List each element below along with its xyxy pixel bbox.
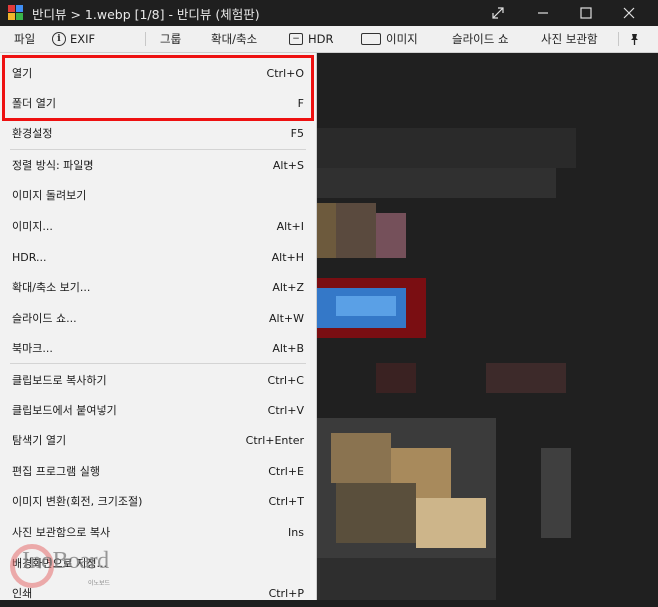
- zoom-button[interactable]: 확대/축소: [211, 26, 257, 52]
- menu-item-sort-order[interactable]: 정렬 방식: 파일명 Alt+S: [0, 151, 314, 179]
- menu-item-label: 클립보드에서 붙여넣기: [12, 404, 117, 417]
- menu-item-shortcut: Ctrl+Enter: [245, 433, 304, 447]
- menu-item-shortcut: Alt+I: [276, 219, 304, 233]
- menu-item-shortcut: Alt+W: [269, 311, 304, 325]
- file-dropdown-menu: 열기 Ctrl+O 폴더 열기 F 환경설정 F5 정렬 방식: 파일명 Alt…: [0, 53, 317, 600]
- slideshow-label: 슬라이드 쇼: [452, 32, 509, 46]
- zoom-label: 확대/축소: [211, 32, 258, 46]
- photo-storage-label: 사진 보관함: [541, 32, 598, 46]
- menu-item-shortcut: Ctrl+T: [268, 494, 304, 508]
- menu-item-label: 이미지...: [12, 220, 53, 233]
- exif-button[interactable]: i EXIF: [52, 26, 95, 52]
- file-menu[interactable]: 파일: [14, 26, 35, 52]
- hdr-button[interactable]: − HDR: [289, 26, 334, 52]
- menu-divider: [10, 149, 306, 150]
- group-label: 그룹: [160, 32, 182, 46]
- menu-item-shortcut: F: [297, 96, 304, 110]
- menu-item-shortcut: Ctrl+E: [268, 464, 304, 478]
- menu-item-slideshow[interactable]: 슬라이드 쇼... Alt+W: [0, 304, 314, 332]
- file-menu-label: 파일: [14, 32, 36, 46]
- menu-item-shortcut: Alt+B: [272, 341, 304, 355]
- menu-item-shortcut: Alt+S: [272, 158, 304, 172]
- app-logo-icon: [8, 5, 24, 21]
- menu-item-shortcut: Alt+H: [271, 250, 304, 264]
- window-title: 반디뷰 > 1.webp [1/8] - 반디뷰 (체험판): [32, 6, 260, 22]
- menu-item-shortcut: F5: [290, 126, 304, 140]
- menu-item-open-explorer[interactable]: 탐색기 열기 Ctrl+Enter: [0, 426, 314, 454]
- menu-item-shortcut: Ctrl+C: [267, 373, 304, 387]
- info-icon: i: [52, 32, 66, 46]
- menu-item-open-folder[interactable]: 폴더 열기 F: [0, 89, 314, 117]
- toolbar-divider: [618, 32, 619, 46]
- pin-icon[interactable]: [628, 26, 641, 52]
- close-icon[interactable]: [614, 0, 644, 26]
- title-bar: 반디뷰 > 1.webp [1/8] - 반디뷰 (체험판): [0, 0, 658, 26]
- image-viewer[interactable]: [316, 53, 658, 600]
- watermark-subtext: 이노보드: [88, 580, 111, 587]
- menu-item-shortcut: Ctrl+O: [266, 66, 304, 80]
- menu-item-label: 사진 보관함으로 복사: [12, 526, 111, 539]
- menu-item-shortcut: Ctrl+V: [267, 403, 304, 417]
- menu-item-label: 클립보드로 복사하기: [12, 374, 107, 387]
- menu-item-label: 폴더 열기: [12, 97, 56, 110]
- watermark: InoBoard 이노보드: [6, 540, 156, 596]
- slideshow-button[interactable]: 슬라이드 쇼: [452, 26, 509, 52]
- image-button[interactable]: 이미지: [361, 26, 418, 52]
- toolbar: 파일 i EXIF 그룹 확대/축소 − HDR 이미지 슬라이드 쇼 사진 보…: [0, 26, 658, 53]
- expand-icon[interactable]: [483, 0, 513, 26]
- menu-item-run-editor[interactable]: 편집 프로그램 실행 Ctrl+E: [0, 457, 314, 485]
- menu-item-label: 슬라이드 쇼...: [12, 312, 77, 325]
- menu-item-label: 편집 프로그램 실행: [12, 465, 100, 478]
- menu-item-hdr[interactable]: HDR... Alt+H: [0, 243, 314, 271]
- menu-item-copy-clipboard[interactable]: 클립보드로 복사하기 Ctrl+C: [0, 366, 314, 394]
- image-icon: [361, 33, 381, 45]
- menu-item-shortcut: Ins: [288, 525, 304, 539]
- group-button[interactable]: 그룹: [160, 26, 181, 52]
- menu-item-open[interactable]: 열기 Ctrl+O: [0, 59, 314, 87]
- menu-item-bookmark[interactable]: 북마크... Alt+B: [0, 334, 314, 362]
- menu-item-label: 환경설정: [12, 127, 53, 140]
- minimize-icon[interactable]: [528, 0, 558, 26]
- photo-storage-button[interactable]: 사진 보관함: [541, 26, 598, 52]
- watermark-text: InoBoard: [22, 548, 109, 574]
- exif-label: EXIF: [70, 32, 96, 46]
- menu-item-settings[interactable]: 환경설정 F5: [0, 119, 314, 147]
- menu-item-shortcut: Ctrl+P: [268, 586, 304, 600]
- menu-divider: [10, 363, 306, 364]
- menu-item-label: 열기: [12, 67, 33, 80]
- menu-item-label: 북마크...: [12, 342, 53, 355]
- menu-item-rotate-image[interactable]: 이미지 돌려보기: [0, 181, 314, 209]
- menu-item-label: 이미지 돌려보기: [12, 189, 87, 202]
- menu-item-image[interactable]: 이미지... Alt+I: [0, 212, 314, 240]
- menu-item-paste-clipboard[interactable]: 클립보드에서 붙여넣기 Ctrl+V: [0, 396, 314, 424]
- menu-item-label: 확대/축소 보기...: [12, 281, 91, 294]
- image-label: 이미지: [386, 32, 418, 46]
- menu-item-label: 정렬 방식: 파일명: [12, 159, 94, 172]
- maximize-icon[interactable]: [571, 0, 601, 26]
- toolbar-divider: [145, 32, 146, 46]
- menu-item-label: HDR...: [12, 250, 47, 264]
- hdr-icon: −: [289, 33, 303, 45]
- menu-item-label: 이미지 변환(회전, 크기조절): [12, 495, 143, 508]
- menu-item-shortcut: Alt+Z: [272, 280, 304, 294]
- menu-item-label: 탐색기 열기: [12, 434, 67, 447]
- menu-item-convert-image[interactable]: 이미지 변환(회전, 크기조절) Ctrl+T: [0, 487, 314, 515]
- hdr-label: HDR: [308, 32, 334, 46]
- menu-item-zoom-view[interactable]: 확대/축소 보기... Alt+Z: [0, 273, 314, 301]
